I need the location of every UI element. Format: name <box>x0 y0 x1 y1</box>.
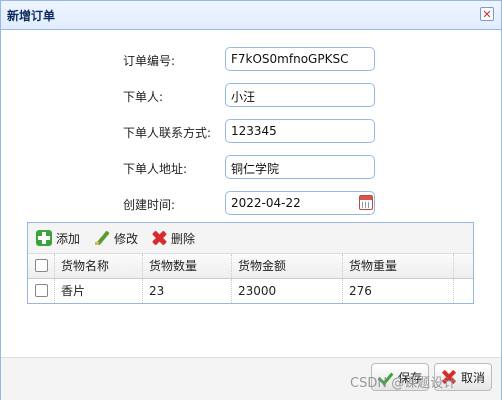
goods-name-cell: 香片 <box>55 279 143 303</box>
dialog-titlebar[interactable]: 新增订单 ✕ <box>1 1 501 30</box>
order-number-label: 订单编号: <box>123 54 176 68</box>
column-header-weight[interactable]: 货物重量 <box>343 254 454 278</box>
edit-button[interactable]: 修改 <box>94 229 138 247</box>
grid-toolbar: 添加 修改 删除 <box>28 223 473 254</box>
orderer-field[interactable]: 小汪 <box>225 83 375 107</box>
pencil-icon <box>94 230 110 246</box>
delete-x-icon <box>151 230 167 246</box>
row-checkbox[interactable] <box>35 284 48 297</box>
select-all-checkbox[interactable] <box>35 259 48 272</box>
add-button[interactable]: 添加 <box>36 229 80 247</box>
order-number-row: 订单编号: F7kOS0mfnoGPKSC <box>1 47 501 73</box>
select-all-cell <box>28 254 55 278</box>
edit-button-label: 修改 <box>114 231 139 246</box>
cancel-button-label: 取消 <box>461 370 486 385</box>
created-time-value: 2022-04-22 <box>231 196 301 210</box>
orderer-contact-row: 下单人联系方式: 123345 <box>1 119 501 145</box>
column-header-name[interactable]: 货物名称 <box>55 254 143 278</box>
column-header-quantity[interactable]: 货物数量 <box>143 254 232 278</box>
scrollbar-spacer <box>454 254 473 278</box>
orderer-contact-field[interactable]: 123345 <box>225 119 375 143</box>
dialog-title: 新增订单 <box>7 9 56 23</box>
goods-grid: 添加 修改 删除 货物名称 货物数量 货物金额 货物重量 香片 23 23000… <box>27 222 474 304</box>
grid-header-row: 货物名称 货物数量 货物金额 货物重量 <box>28 254 473 279</box>
row-select-cell <box>28 279 55 303</box>
watermark-text: CSDN @课题设计 <box>350 376 457 391</box>
orderer-address-row: 下单人地址: 铜仁学院 <box>1 155 501 181</box>
remove-button[interactable]: 删除 <box>151 229 195 247</box>
add-button-label: 添加 <box>56 231 81 246</box>
column-header-amount[interactable]: 货物金额 <box>232 254 343 278</box>
created-time-row: 创建时间: 2022-04-22 <box>1 191 501 217</box>
close-icon[interactable]: ✕ <box>480 7 494 21</box>
order-number-field[interactable]: F7kOS0mfnoGPKSC <box>225 47 375 71</box>
calendar-icon[interactable] <box>359 195 373 210</box>
goods-amount-cell: 23000 <box>232 279 343 303</box>
created-time-field[interactable]: 2022-04-22 <box>225 191 375 215</box>
orderer-address-label: 下单人地址: <box>123 162 188 176</box>
add-order-dialog: 新增订单 ✕ 订单编号: F7kOS0mfnoGPKSC 下单人: 小汪 下单人… <box>0 0 502 400</box>
table-row[interactable]: 香片 23 23000 276 <box>28 279 473 303</box>
created-time-label: 创建时间: <box>123 198 176 212</box>
orderer-address-field[interactable]: 铜仁学院 <box>225 155 375 179</box>
goods-quantity-cell: 23 <box>143 279 232 303</box>
goods-weight-cell: 276 <box>343 279 454 303</box>
orderer-row: 下单人: 小汪 <box>1 83 501 109</box>
plus-icon <box>36 230 52 246</box>
orderer-contact-label: 下单人联系方式: <box>123 126 212 140</box>
remove-button-label: 删除 <box>171 231 196 246</box>
orderer-label: 下单人: <box>123 90 164 104</box>
